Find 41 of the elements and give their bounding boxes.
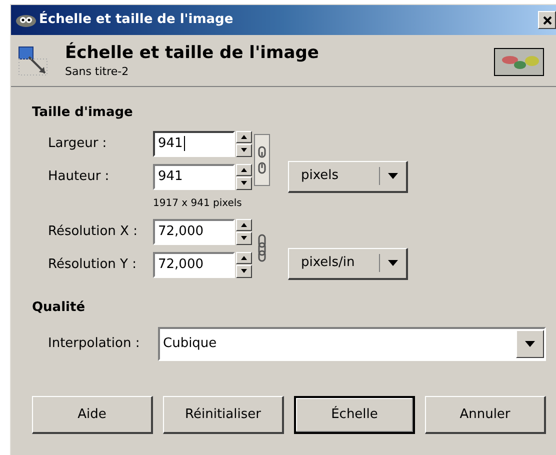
up-arrow-icon bbox=[241, 222, 247, 227]
section-heading: Qualité bbox=[32, 298, 86, 316]
spin-buttons[interactable] bbox=[236, 164, 252, 190]
number-field[interactable]: 941 bbox=[153, 130, 235, 156]
pixel-size-caption: 1917 x 941 pixels bbox=[153, 196, 243, 210]
window-title: Échelle et taille de l'image bbox=[39, 10, 234, 30]
dialog-heading: Échelle et taille de l'image bbox=[65, 42, 320, 64]
dialog-button[interactable]: Réinitialiser bbox=[163, 396, 284, 434]
interpolation-dropdown[interactable]: Cubique bbox=[158, 327, 546, 361]
app-icon bbox=[15, 12, 37, 28]
number-field[interactable]: 72,000 bbox=[153, 218, 235, 244]
unit-dropdown[interactable]: pixels bbox=[288, 160, 408, 192]
number-field[interactable]: 941 bbox=[153, 164, 235, 190]
spin-buttons[interactable] bbox=[236, 252, 252, 278]
dialog-button[interactable]: Annuler bbox=[425, 396, 546, 434]
down-arrow-icon bbox=[241, 148, 247, 152]
dialog-button[interactable]: Échelle bbox=[294, 396, 415, 434]
dropdown-arrow-icon bbox=[525, 341, 535, 347]
up-arrow-icon bbox=[241, 134, 247, 139]
section-heading: Taille d'image bbox=[32, 104, 134, 122]
number-field[interactable]: 72,000 bbox=[153, 252, 235, 278]
spin-buttons[interactable] bbox=[236, 130, 252, 156]
down-arrow-icon bbox=[241, 181, 247, 186]
field-label: Interpolation : bbox=[48, 335, 141, 354]
dropdown-arrow-icon bbox=[388, 173, 398, 179]
field-label: Largeur : bbox=[48, 134, 108, 153]
chain-button[interactable] bbox=[254, 134, 270, 186]
field-label: Résolution Y : bbox=[48, 256, 138, 274]
field-label: Hauteur : bbox=[48, 168, 110, 186]
field-label: Résolution X : bbox=[48, 222, 138, 241]
dialog-button[interactable]: Aide bbox=[32, 396, 153, 434]
up-arrow-icon bbox=[241, 168, 247, 172]
down-arrow-icon bbox=[241, 236, 247, 240]
unit-dropdown[interactable]: pixels/in bbox=[288, 248, 408, 280]
spin-buttons[interactable] bbox=[236, 218, 252, 244]
close-icon bbox=[542, 16, 552, 24]
close-button[interactable] bbox=[538, 11, 556, 29]
up-arrow-icon bbox=[241, 256, 247, 260]
image-name: Sans titre-2 bbox=[65, 64, 130, 80]
dropdown-arrow-icon bbox=[388, 260, 398, 266]
down-arrow-icon bbox=[241, 269, 247, 274]
